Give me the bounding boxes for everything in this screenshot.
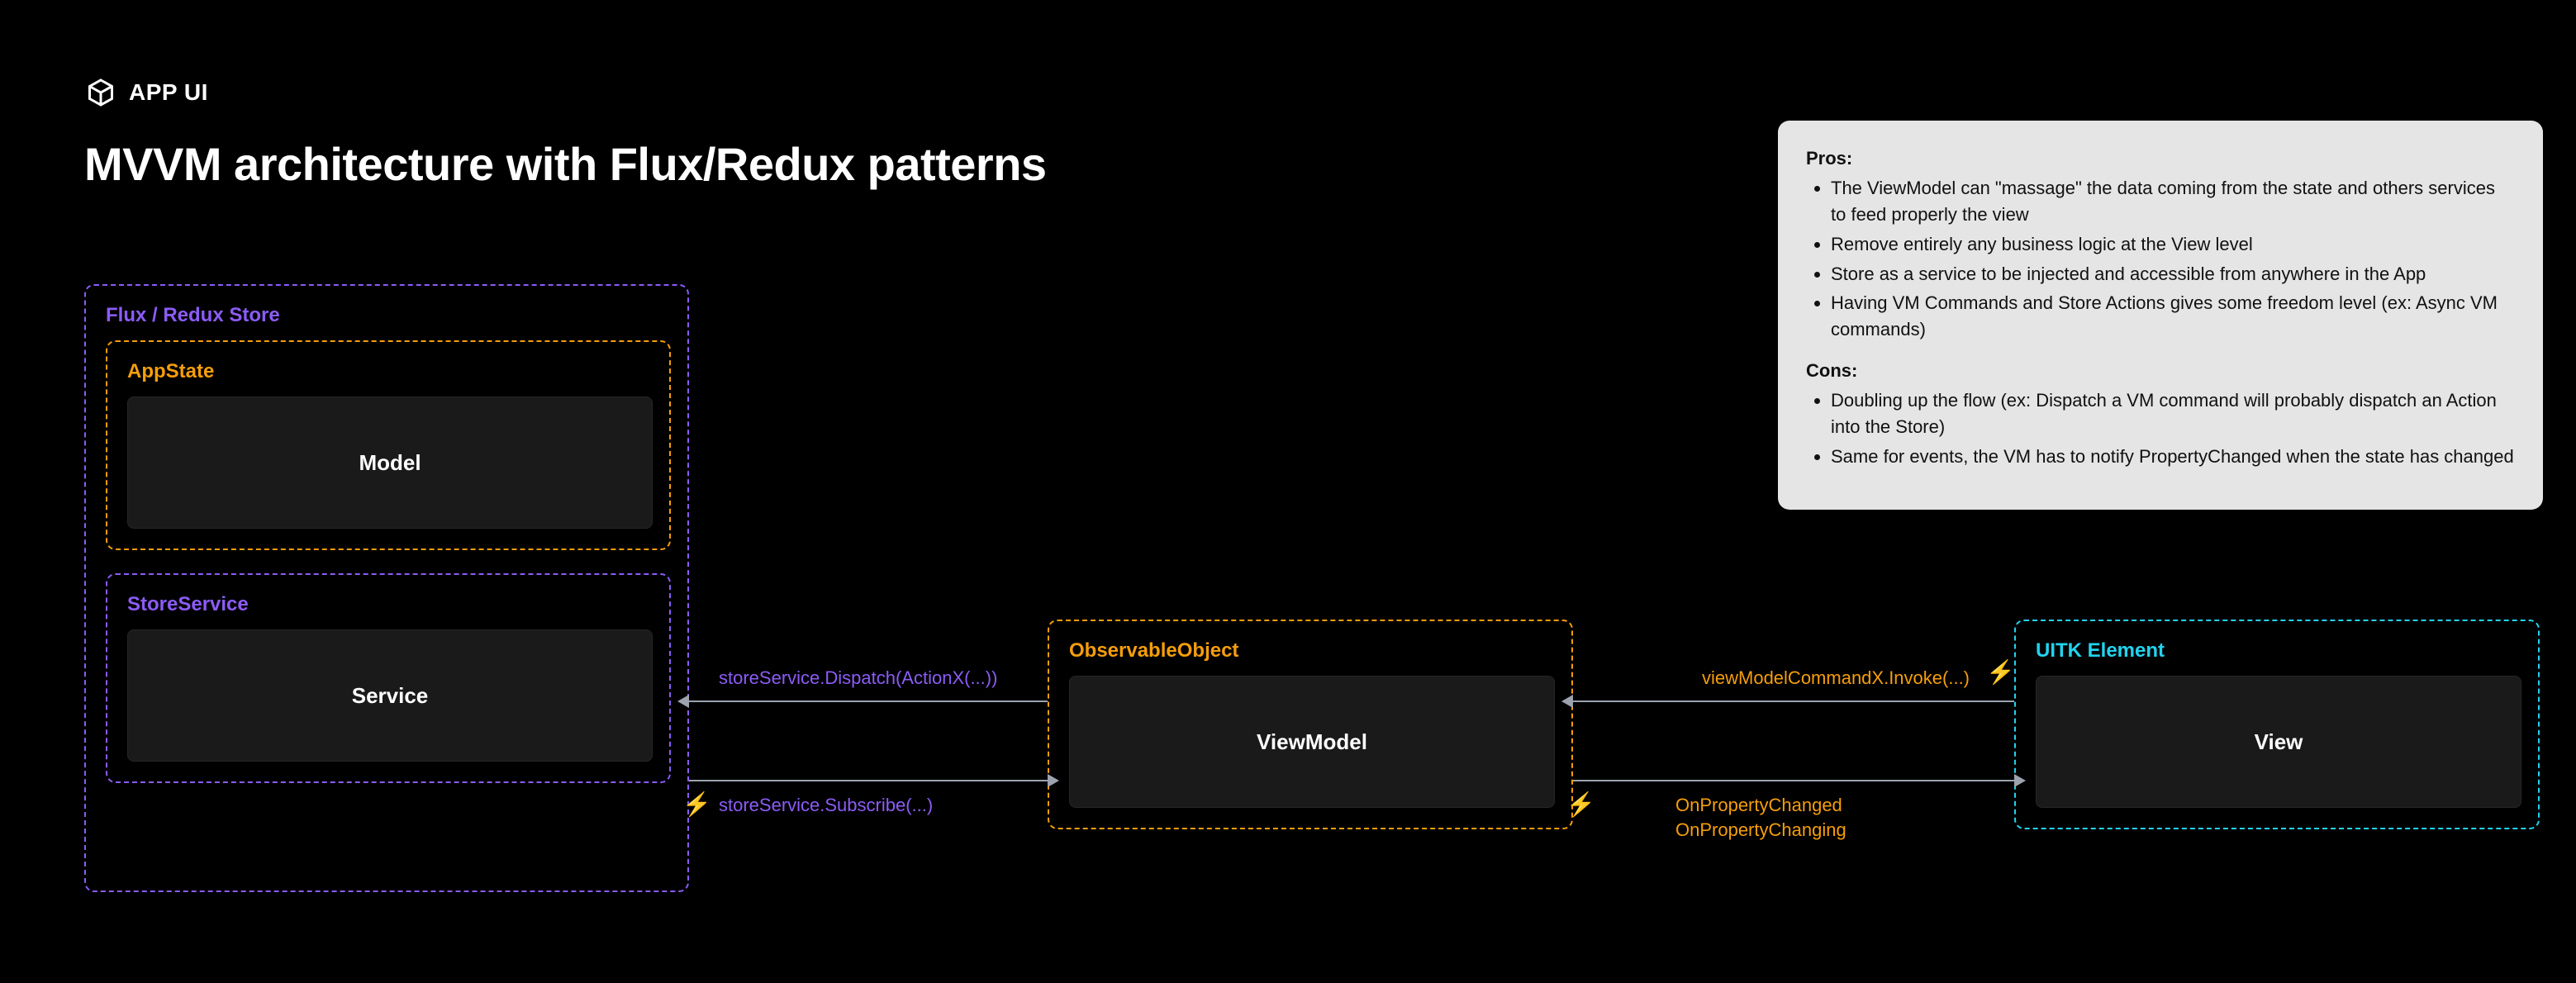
cons-list: Doubling up the flow (ex: Dispatch a VM …: [1831, 387, 2515, 470]
arrow-onchanging-label: OnPropertyChanging: [1675, 819, 1846, 841]
model-block: Model: [127, 397, 653, 529]
service-label: Service: [352, 683, 429, 709]
view-label: View: [2255, 729, 2303, 755]
pros-heading: Pros:: [1806, 148, 1852, 169]
pros-item: Remove entirely any business logic at th…: [1831, 231, 2515, 258]
appstate-label: AppState: [127, 360, 649, 383]
viewmodel-block: ViewModel: [1069, 676, 1555, 808]
bolt-icon: ⚡: [1986, 661, 2015, 684]
arrow-dispatch-label: storeService.Dispatch(ActionX(...)): [719, 667, 997, 689]
store-container: Flux / Redux Store AppState Model StoreS…: [84, 284, 689, 892]
viewmodel-label: ViewModel: [1257, 729, 1367, 755]
service-block: Service: [127, 629, 653, 762]
brand: APP UI: [86, 78, 208, 107]
arrow-propertychanged: [1573, 780, 2014, 781]
arrow-dispatch-head: [677, 695, 689, 708]
pros-item: The ViewModel can "massage" the data com…: [1831, 175, 2515, 228]
arrow-invoke: [1573, 700, 2014, 702]
page-title: MVVM architecture with Flux/Redux patter…: [84, 137, 1047, 191]
appstate-container: AppState Model: [106, 340, 671, 550]
arrow-onchanged-label: OnPropertyChanged: [1675, 795, 1842, 816]
bolt-icon: ⚡: [1566, 793, 1595, 816]
uitk-container: UITK Element View: [2014, 620, 2540, 829]
arrow-propertychanged-head: [2014, 774, 2026, 787]
view-block: View: [2036, 676, 2521, 808]
store-label: Flux / Redux Store: [106, 304, 668, 327]
pros-item: Store as a service to be injected and ac…: [1831, 261, 2515, 287]
pros-item: Having VM Commands and Store Actions giv…: [1831, 290, 2515, 343]
brand-text: APP UI: [129, 79, 208, 106]
arrow-subscribe-head: [1048, 774, 1059, 787]
uitk-label: UITK Element: [2036, 639, 2518, 662]
model-label: Model: [359, 450, 421, 476]
notes-card: Pros: The ViewModel can "massage" the da…: [1778, 121, 2543, 510]
storeservice-container: StoreService Service: [106, 573, 671, 783]
cons-item: Doubling up the flow (ex: Dispatch a VM …: [1831, 387, 2515, 440]
cons-item: Same for events, the VM has to notify Pr…: [1831, 444, 2515, 470]
bolt-icon: ⚡: [682, 793, 711, 816]
pros-list: The ViewModel can "massage" the data com…: [1831, 175, 2515, 343]
cons-heading: Cons:: [1806, 360, 1857, 381]
arrow-invoke-head: [1561, 695, 1573, 708]
observable-container: ObservableObject ViewModel: [1048, 620, 1573, 829]
arrow-subscribe: [689, 780, 1048, 781]
arrow-dispatch: [689, 700, 1048, 702]
observable-label: ObservableObject: [1069, 639, 1552, 662]
arrow-subscribe-label: storeService.Subscribe(...): [719, 795, 933, 816]
cube-icon: [86, 78, 116, 107]
arrow-invoke-label: viewModelCommandX.Invoke(...): [1702, 667, 1970, 689]
storeservice-label: StoreService: [127, 593, 649, 616]
